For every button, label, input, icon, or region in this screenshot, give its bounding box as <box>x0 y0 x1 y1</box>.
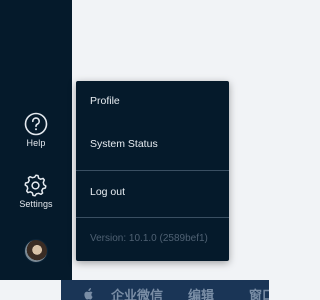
menu-item-profile[interactable]: Profile <box>76 81 229 121</box>
gear-icon <box>0 173 72 197</box>
apple-icon[interactable] <box>83 287 93 300</box>
menubar-app-name[interactable]: 企业微信 <box>111 288 163 300</box>
settings-label: Settings <box>19 199 53 209</box>
account-menu: Profile System Status Log out Version: 1… <box>76 81 229 261</box>
menu-divider <box>76 217 229 218</box>
menubar-edit[interactable]: 编辑 <box>188 288 214 300</box>
menubar-window[interactable]: 窗口 <box>249 288 269 300</box>
menu-item-log-out[interactable]: Log out <box>76 172 229 212</box>
menu-item-system-status[interactable]: System Status <box>76 124 229 164</box>
user-avatar[interactable] <box>25 240 47 262</box>
version-text: Version: 10.1.0 (2589bef1) <box>90 233 208 244</box>
help-icon <box>0 112 72 136</box>
settings-button[interactable]: Settings <box>0 173 72 209</box>
help-button[interactable]: Help <box>0 112 72 148</box>
help-label: Help <box>26 138 46 148</box>
sidebar: Help Settings <box>0 0 72 280</box>
menu-divider <box>76 170 229 171</box>
mac-menubar: 企业微信 编辑 窗口 <box>61 280 269 300</box>
